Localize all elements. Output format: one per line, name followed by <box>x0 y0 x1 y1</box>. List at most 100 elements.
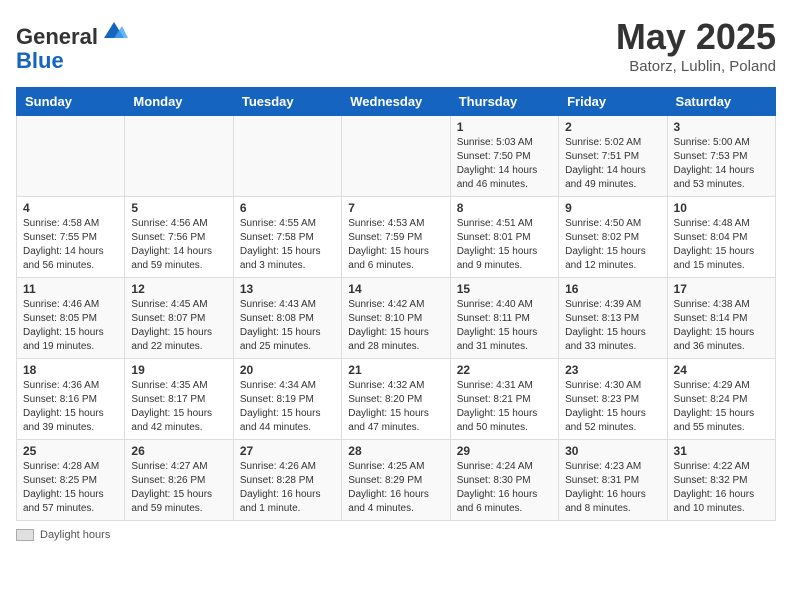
calendar-weekday-thursday: Thursday <box>450 88 558 116</box>
calendar-cell: 17Sunrise: 4:38 AM Sunset: 8:14 PM Dayli… <box>667 278 775 359</box>
calendar-cell: 7Sunrise: 4:53 AM Sunset: 7:59 PM Daylig… <box>342 197 450 278</box>
day-info: Sunrise: 5:02 AM Sunset: 7:51 PM Dayligh… <box>565 136 660 192</box>
calendar-cell: 1 Sunrise: 5:03 AM Sunset: 7:50 PM Daylig… <box>450 116 558 197</box>
calendar-cell: 27Sunrise: 4:26 AM Sunset: 8:28 PM Dayli… <box>233 440 341 521</box>
day-info: Sunrise: 4:24 AM Sunset: 8:30 PM Dayligh… <box>457 460 552 516</box>
day-number: 9 <box>565 201 660 215</box>
calendar-cell: 8 Sunrise: 4:51 AM Sunset: 8:01 PM Daylig… <box>450 197 558 278</box>
day-info: Sunrise: 4:22 AM Sunset: 8:32 PM Dayligh… <box>674 460 769 516</box>
calendar-cell: 12Sunrise: 4:45 AM Sunset: 8:07 PM Dayli… <box>125 278 233 359</box>
day-info: Sunrise: 4:55 AM Sunset: 7:58 PM Dayligh… <box>240 217 335 273</box>
calendar-cell: 10 Sunrise: 4:48 AM Sunset: 8:04 PM Dayli… <box>667 197 775 278</box>
day-number: 2 <box>565 120 660 134</box>
day-number: 5 <box>131 201 226 215</box>
day-number: 7 <box>348 201 443 215</box>
day-number: 29 <box>457 444 552 458</box>
day-number: 16 <box>565 282 660 296</box>
calendar-cell: 21 Sunrise: 4:32 AM Sunset: 8:20 PM Dayli… <box>342 359 450 440</box>
day-info: Sunrise: 5:00 AM Sunset: 7:53 PM Dayligh… <box>674 136 769 192</box>
calendar-weekday-saturday: Saturday <box>667 88 775 116</box>
day-number: 10 <box>674 201 769 215</box>
day-number: 12 <box>131 282 226 296</box>
title-block: May 2025 Batorz, Lublin, Poland <box>616 16 776 75</box>
logo: General Blue <box>16 16 128 73</box>
day-info: Sunrise: 4:56 AM Sunset: 7:56 PM Dayligh… <box>131 217 226 273</box>
calendar-cell: 28 Sunrise: 4:25 AM Sunset: 8:29 PM Dayli… <box>342 440 450 521</box>
day-number: 22 <box>457 363 552 377</box>
day-info: Sunrise: 4:34 AM Sunset: 8:19 PM Dayligh… <box>240 379 335 435</box>
calendar-cell: 5 Sunrise: 4:56 AM Sunset: 7:56 PM Daylig… <box>125 197 233 278</box>
calendar-table: SundayMondayTuesdayWednesdayThursdayFrid… <box>16 87 776 521</box>
day-number: 25 <box>23 444 118 458</box>
calendar-cell <box>17 116 125 197</box>
day-number: 11 <box>23 282 118 296</box>
day-info: Sunrise: 4:32 AM Sunset: 8:20 PM Dayligh… <box>348 379 443 435</box>
day-info: Sunrise: 4:30 AM Sunset: 8:23 PM Dayligh… <box>565 379 660 435</box>
day-number: 27 <box>240 444 335 458</box>
day-info: Sunrise: 4:43 AM Sunset: 8:08 PM Dayligh… <box>240 298 335 354</box>
calendar-cell: 31Sunrise: 4:22 AM Sunset: 8:32 PM Dayli… <box>667 440 775 521</box>
logo-icon <box>100 16 128 44</box>
day-number: 13 <box>240 282 335 296</box>
calendar-header-row: SundayMondayTuesdayWednesdayThursdayFrid… <box>17 88 776 116</box>
calendar-weekday-friday: Friday <box>559 88 667 116</box>
day-info: Sunrise: 5:03 AM Sunset: 7:50 PM Dayligh… <box>457 136 552 192</box>
calendar-cell: 15 Sunrise: 4:40 AM Sunset: 8:11 PM Dayli… <box>450 278 558 359</box>
calendar-cell: 24 Sunrise: 4:29 AM Sunset: 8:24 PM Dayli… <box>667 359 775 440</box>
footer-label: Daylight hours <box>40 529 110 541</box>
calendar-cell: 3Sunrise: 5:00 AM Sunset: 7:53 PM Daylig… <box>667 116 775 197</box>
day-info: Sunrise: 4:48 AM Sunset: 8:04 PM Dayligh… <box>674 217 769 273</box>
calendar-cell: 13 Sunrise: 4:43 AM Sunset: 8:08 PM Dayli… <box>233 278 341 359</box>
calendar-cell: 11Sunrise: 4:46 AM Sunset: 8:05 PM Dayli… <box>17 278 125 359</box>
calendar-cell: 19Sunrise: 4:35 AM Sunset: 8:17 PM Dayli… <box>125 359 233 440</box>
day-number: 1 <box>457 120 552 134</box>
day-info: Sunrise: 4:36 AM Sunset: 8:16 PM Dayligh… <box>23 379 118 435</box>
logo-text: General Blue <box>16 16 128 73</box>
calendar-cell: 9 Sunrise: 4:50 AM Sunset: 8:02 PM Daylig… <box>559 197 667 278</box>
calendar-week-1: 4Sunrise: 4:58 AM Sunset: 7:55 PM Daylig… <box>17 197 776 278</box>
day-number: 19 <box>131 363 226 377</box>
day-info: Sunrise: 4:42 AM Sunset: 8:10 PM Dayligh… <box>348 298 443 354</box>
day-number: 8 <box>457 201 552 215</box>
calendar-weekday-tuesday: Tuesday <box>233 88 341 116</box>
calendar-cell: 29 Sunrise: 4:24 AM Sunset: 8:30 PM Dayli… <box>450 440 558 521</box>
day-info: Sunrise: 4:51 AM Sunset: 8:01 PM Dayligh… <box>457 217 552 273</box>
calendar-cell: 25Sunrise: 4:28 AM Sunset: 8:25 PM Dayli… <box>17 440 125 521</box>
calendar-week-0: 1 Sunrise: 5:03 AM Sunset: 7:50 PM Daylig… <box>17 116 776 197</box>
day-info: Sunrise: 4:58 AM Sunset: 7:55 PM Dayligh… <box>23 217 118 273</box>
day-number: 15 <box>457 282 552 296</box>
calendar-cell: 26 Sunrise: 4:27 AM Sunset: 8:26 PM Dayli… <box>125 440 233 521</box>
day-info: Sunrise: 4:40 AM Sunset: 8:11 PM Dayligh… <box>457 298 552 354</box>
day-number: 20 <box>240 363 335 377</box>
calendar-cell <box>233 116 341 197</box>
calendar-weekday-monday: Monday <box>125 88 233 116</box>
day-info: Sunrise: 4:38 AM Sunset: 8:14 PM Dayligh… <box>674 298 769 354</box>
calendar-cell: 16 Sunrise: 4:39 AM Sunset: 8:13 PM Dayli… <box>559 278 667 359</box>
calendar-cell: 4Sunrise: 4:58 AM Sunset: 7:55 PM Daylig… <box>17 197 125 278</box>
day-info: Sunrise: 4:31 AM Sunset: 8:21 PM Dayligh… <box>457 379 552 435</box>
day-number: 24 <box>674 363 769 377</box>
day-info: Sunrise: 4:25 AM Sunset: 8:29 PM Dayligh… <box>348 460 443 516</box>
day-number: 30 <box>565 444 660 458</box>
day-info: Sunrise: 4:29 AM Sunset: 8:24 PM Dayligh… <box>674 379 769 435</box>
day-number: 23 <box>565 363 660 377</box>
day-info: Sunrise: 4:27 AM Sunset: 8:26 PM Dayligh… <box>131 460 226 516</box>
calendar-cell: 22 Sunrise: 4:31 AM Sunset: 8:21 PM Dayli… <box>450 359 558 440</box>
day-info: Sunrise: 4:39 AM Sunset: 8:13 PM Dayligh… <box>565 298 660 354</box>
calendar-cell: 20 Sunrise: 4:34 AM Sunset: 8:19 PM Dayli… <box>233 359 341 440</box>
day-number: 28 <box>348 444 443 458</box>
day-info: Sunrise: 4:50 AM Sunset: 8:02 PM Dayligh… <box>565 217 660 273</box>
calendar-cell <box>342 116 450 197</box>
calendar-cell: 18 Sunrise: 4:36 AM Sunset: 8:16 PM Dayli… <box>17 359 125 440</box>
day-number: 21 <box>348 363 443 377</box>
day-number: 26 <box>131 444 226 458</box>
calendar-week-4: 25Sunrise: 4:28 AM Sunset: 8:25 PM Dayli… <box>17 440 776 521</box>
day-number: 18 <box>23 363 118 377</box>
calendar-week-3: 18 Sunrise: 4:36 AM Sunset: 8:16 PM Dayli… <box>17 359 776 440</box>
day-number: 6 <box>240 201 335 215</box>
month-title: May 2025 <box>616 16 776 58</box>
page-container: General Blue May 2025 Batorz, Lublin, Po… <box>16 16 776 541</box>
day-number: 14 <box>348 282 443 296</box>
calendar-cell: 2 Sunrise: 5:02 AM Sunset: 7:51 PM Daylig… <box>559 116 667 197</box>
logo-blue: Blue <box>16 48 64 73</box>
